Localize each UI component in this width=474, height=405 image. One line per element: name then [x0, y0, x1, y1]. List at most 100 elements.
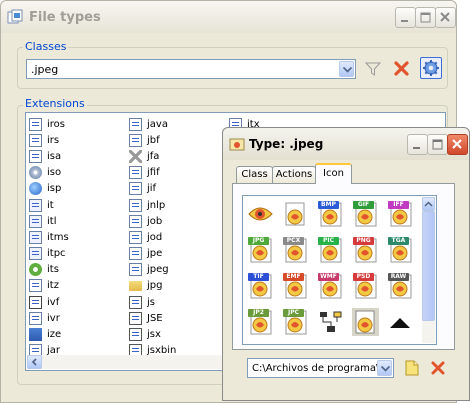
extension-item[interactable]: ivf	[29, 294, 69, 310]
extension-item[interactable]: iros	[29, 116, 69, 132]
extension-item[interactable]: JSE	[129, 310, 176, 326]
icon-option-selected[interactable]	[352, 308, 379, 336]
extension-item[interactable]: itl	[29, 213, 69, 229]
open-file-icon[interactable]	[404, 360, 420, 376]
document-icon	[29, 149, 42, 163]
icon-option-image[interactable]	[282, 200, 309, 228]
extension-item[interactable]: jsx	[129, 326, 176, 342]
icon-grid[interactable]: BMP GIF IFF JPG PCX PIC PNG TGA TIF EMF WMF PSD RAW J…	[242, 195, 437, 345]
zip-archive-icon	[29, 328, 42, 342]
type-close-button[interactable]	[447, 134, 468, 155]
scroll-up-button[interactable]	[422, 197, 435, 211]
tab-class[interactable]: Class	[236, 166, 273, 183]
extension-item[interactable]: it	[29, 197, 69, 213]
icon-option-emf[interactable]: EMF	[282, 272, 309, 300]
settings-button[interactable]	[420, 57, 442, 79]
delete-icon[interactable]	[430, 360, 446, 376]
extension-item[interactable]: jif	[129, 181, 176, 197]
image-file-icon	[285, 202, 305, 226]
extension-label: jpe	[147, 248, 163, 260]
icon-option-jpc[interactable]: JPC	[282, 308, 309, 336]
extensions-column-2: java jbf jfa jfif jif jnlp job jod jpe jpeg jpg js J…	[129, 116, 176, 359]
extension-label: java	[147, 118, 168, 130]
format-badge-label: PIC	[322, 237, 335, 244]
extension-item[interactable]: js	[129, 294, 176, 310]
icon-option-psd[interactable]: PSD	[352, 272, 379, 300]
type-maximize-button[interactable]	[427, 134, 448, 155]
extension-item[interactable]: itz	[29, 278, 69, 294]
class-combo[interactable]: .jpeg	[26, 59, 356, 79]
icon-option-triangle[interactable]	[387, 308, 414, 336]
class-combo-dropdown-button[interactable]	[339, 61, 354, 77]
film-icon	[29, 295, 42, 309]
icon-option-wmf[interactable]: WMF	[317, 272, 344, 300]
type-titlebar[interactable]: Type: .jpeg	[223, 128, 469, 160]
icon-path-combo[interactable]: C:\Archivos de programa\X	[247, 358, 394, 378]
extension-item[interactable]: irs	[29, 132, 69, 148]
extension-label: iros	[47, 118, 65, 130]
icon-option-tga[interactable]: TGA	[387, 236, 414, 264]
icon-grid-scrollbar[interactable]	[422, 197, 435, 343]
close-button[interactable]	[435, 7, 456, 28]
extension-item[interactable]: isa	[29, 148, 69, 164]
icon-option-iff[interactable]: IFF	[387, 200, 414, 228]
triangle-icon	[390, 318, 410, 328]
extensions-label: Extensions	[23, 97, 87, 110]
extension-item[interactable]: jbf	[129, 132, 176, 148]
filter-icon[interactable]	[365, 61, 381, 77]
folder-icon	[129, 280, 142, 291]
extension-item[interactable]: ize	[29, 326, 69, 342]
icon-grid-scroll-thumb[interactable]	[422, 211, 435, 321]
icon-option-bmp[interactable]: BMP	[317, 200, 344, 228]
scroll-left-button[interactable]	[27, 355, 42, 369]
maximize-icon	[432, 139, 443, 150]
icon-option-pcx[interactable]: PCX	[282, 236, 309, 264]
extension-label: job	[147, 215, 163, 227]
extension-label: jnlp	[147, 199, 166, 211]
icon-option-tif[interactable]: TIF	[247, 272, 274, 300]
icon-option-raw[interactable]: RAW	[387, 272, 414, 300]
chevron-down-icon	[381, 366, 390, 372]
extension-item[interactable]: job	[129, 213, 176, 229]
tab-actions[interactable]: Actions	[272, 166, 316, 183]
extension-item[interactable]: jnlp	[129, 197, 176, 213]
extension-item[interactable]: itms	[29, 229, 69, 245]
extension-item[interactable]: jpe	[129, 246, 176, 262]
icon-option-jp2[interactable]: JP2	[247, 308, 274, 336]
icon-path-dropdown-button[interactable]	[377, 360, 392, 376]
extension-item[interactable]: ivr	[29, 310, 69, 326]
extension-label: isa	[47, 150, 62, 162]
tab-icon[interactable]: Icon	[315, 163, 352, 184]
icon-option-gif[interactable]: GIF	[352, 200, 379, 228]
extension-label: isp	[47, 183, 62, 195]
maximize-button[interactable]	[415, 7, 436, 28]
extension-item[interactable]: jpg	[129, 278, 176, 294]
extension-label: jsx	[147, 329, 161, 341]
extension-item[interactable]: jfif	[129, 165, 176, 181]
icon-option-diagram[interactable]	[317, 308, 344, 336]
diagram-icon	[320, 311, 342, 332]
file-types-icon	[7, 9, 23, 24]
icon-option-png[interactable]: PNG	[352, 236, 379, 264]
minimize-button[interactable]	[395, 7, 416, 28]
document-icon	[129, 230, 142, 244]
extension-label: itms	[47, 231, 69, 243]
extension-item[interactable]: its	[29, 262, 69, 278]
format-badge-label: JPC	[287, 309, 300, 316]
extension-item[interactable]: java	[129, 116, 176, 132]
extension-item[interactable]: isp	[29, 181, 69, 197]
delete-class-icon[interactable]	[393, 60, 410, 77]
extension-item[interactable]: jpeg	[129, 262, 176, 278]
icon-option-viewer[interactable]	[247, 200, 274, 228]
extension-item[interactable]: jod	[129, 229, 176, 245]
music-note-icon	[29, 247, 42, 261]
format-badge-label: EMF	[286, 273, 301, 280]
main-titlebar[interactable]: File types	[1, 1, 456, 33]
type-minimize-button[interactable]	[407, 134, 428, 155]
extension-label: its	[47, 264, 59, 276]
icon-option-jpg[interactable]: JPG	[247, 236, 274, 264]
extension-item[interactable]: jfa	[129, 148, 176, 164]
extension-item[interactable]: itpc	[29, 246, 69, 262]
icon-option-pic[interactable]: PIC	[317, 236, 344, 264]
extension-item[interactable]: iso	[29, 165, 69, 181]
